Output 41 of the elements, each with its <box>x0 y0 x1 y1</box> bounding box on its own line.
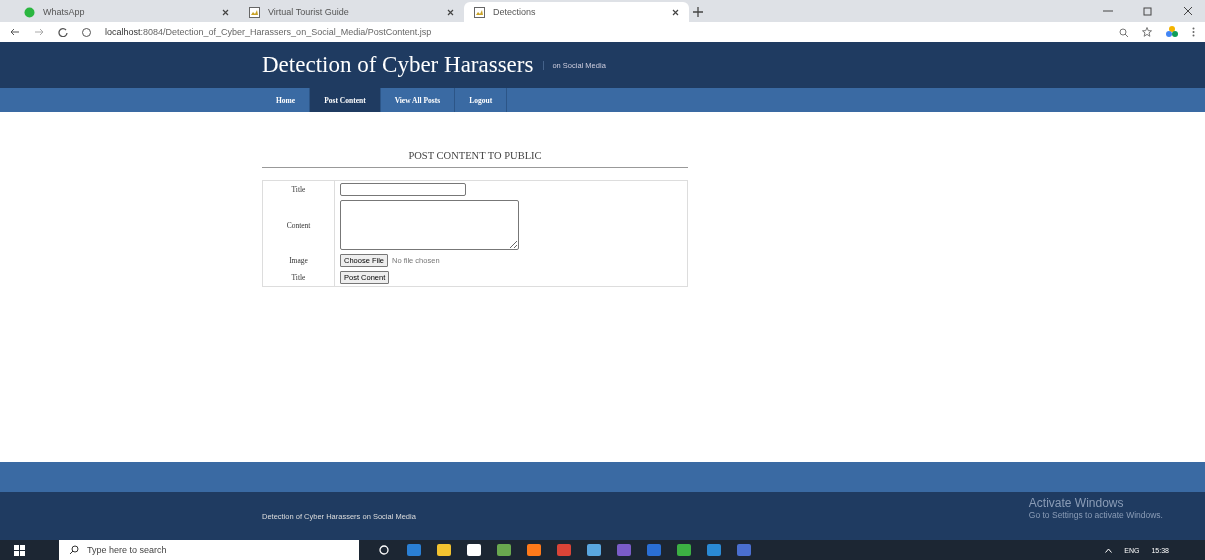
taskbar-search[interactable]: Type here to search <box>59 540 359 560</box>
search-icon <box>69 545 79 555</box>
caret-icon[interactable] <box>1105 547 1113 553</box>
restore-icon[interactable] <box>1143 6 1153 16</box>
taskbar-app-icon[interactable] <box>437 544 451 556</box>
windows-icon[interactable] <box>14 544 25 556</box>
browser-tab[interactable]: Detections <box>464 2 689 22</box>
taskbar-app-icon[interactable] <box>467 544 481 556</box>
close-icon[interactable] <box>672 8 679 16</box>
page-icon <box>474 6 485 18</box>
title-input[interactable] <box>340 183 466 196</box>
tab-title: WhatsApp <box>43 7 86 17</box>
taskbar-app-icon[interactable] <box>497 544 511 556</box>
taskbar-app-icon[interactable] <box>527 544 541 556</box>
form-heading: POST CONTENT TO PUBLIC <box>262 150 688 168</box>
taskbar-app-icon[interactable] <box>587 544 601 556</box>
taskbar-app-icon[interactable] <box>677 544 691 556</box>
activation-title: Activate Windows <box>1028 496 1125 510</box>
reload-icon[interactable] <box>58 27 68 37</box>
close-icon[interactable] <box>447 8 454 16</box>
address-bar[interactable]: localhost:8084/Detection_of_Cyber_Harassers_on_Social_Media/PostContent.jsp <box>105 27 1105 37</box>
close-icon[interactable] <box>1183 6 1193 16</box>
plus-icon[interactable] <box>693 7 703 17</box>
close-icon[interactable] <box>222 8 229 16</box>
extension-icon[interactable] <box>1166 26 1178 38</box>
content-textarea[interactable] <box>340 200 519 250</box>
page-icon <box>249 6 260 18</box>
search-placeholder: Type here to search <box>87 545 167 555</box>
back-icon[interactable] <box>10 27 20 37</box>
browser-tab[interactable]: WhatsApp <box>14 2 239 22</box>
tab-title: Virtual Tourist Guide <box>268 7 350 17</box>
tab-title: Detections <box>493 7 537 17</box>
site-title: Detection of Cyber Harassers <box>262 52 534 78</box>
cortana-icon[interactable] <box>379 545 389 555</box>
forward-icon[interactable] <box>34 27 44 37</box>
zoom-icon[interactable] <box>1119 27 1128 37</box>
info-icon[interactable] <box>82 27 91 37</box>
activation-text: Go to Settings to activate Windows. <box>1028 510 1163 520</box>
menu-icon[interactable] <box>1192 27 1195 37</box>
browser-tab[interactable]: Virtual Tourist Guide <box>239 2 464 22</box>
star-icon[interactable] <box>1142 27 1152 37</box>
